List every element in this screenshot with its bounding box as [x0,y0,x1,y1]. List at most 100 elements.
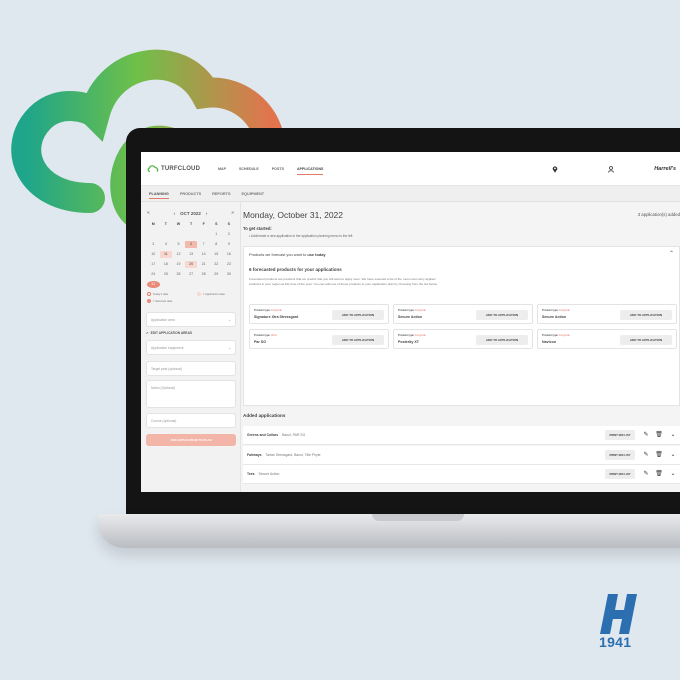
calendar-day[interactable]: 27 [185,271,198,278]
add-to-application-button[interactable]: ADD TO APPLICATION [332,335,384,345]
edit-pencil-icon[interactable]: ✎ [642,431,650,439]
chevron-down-icon[interactable]: ⌄ [669,470,677,478]
print-mix-list-button[interactable]: PRINT MIX LIST [605,449,635,460]
calendar-day[interactable]: 18 [160,261,173,268]
add-to-application-button[interactable]: ADD TO APPLICATION [620,335,672,345]
application-row[interactable]: Tees Secure Action PRINT MIX LIST ✎ 🗑 ⌄ [243,465,680,484]
product-type: Product type Other [254,334,277,337]
delete-trash-icon[interactable]: 🗑 [655,470,663,478]
calendar-day[interactable]: 14 [197,251,210,258]
calendar-day[interactable]: 12 [172,251,185,258]
application-row[interactable]: Fairways Tartan Stressgard, Banol, Title … [243,445,680,465]
forecast-description: Forecasted products are products that we… [249,277,438,286]
tab-equipment[interactable]: EQUIPMENT [242,192,265,196]
calendar-day[interactable]: 29 [210,271,223,278]
calendar-day[interactable]: 13 [185,251,198,258]
calendar-day[interactable]: 20 [184,261,198,268]
calendar-day[interactable]: 7 [197,241,210,248]
calendar-day[interactable]: 30 [223,271,236,278]
course-input[interactable]: Course (optional) [146,413,236,428]
edit-pencil-icon[interactable]: ✎ [642,470,650,478]
add-to-application-button[interactable]: ADD TO APPLICATION [332,310,384,320]
product-name: Secure Action [398,315,423,319]
calendar-day[interactable]: 28 [197,271,210,278]
calendar-day[interactable]: 21 [197,261,210,268]
calendar-empty [185,231,198,238]
application-area-name: Greens and Collars [247,433,279,437]
chevron-down-icon[interactable]: ⌄ [669,431,677,439]
delete-trash-icon[interactable]: 🗑 [655,451,663,459]
calendar-day[interactable]: 1 [210,231,223,238]
calendar-day[interactable]: 22 [210,261,223,268]
brand[interactable]: TURFCLOUD [147,165,205,172]
target-pest-input[interactable]: Target pest (optional) [146,361,236,376]
notes-input[interactable]: Notes (Optional) [146,380,236,408]
calendar-day[interactable]: 11 [159,251,173,258]
edit-application-areas[interactable]: ✔ EDIT APPLICATION AREAS [146,331,240,335]
calendar-day[interactable]: 2 [223,231,236,238]
tab-planning[interactable]: PLANNING [149,192,169,199]
application-row[interactable]: Greens and Collars Banol, PAR SG PRINT MIX… [243,426,680,445]
calendar-day[interactable]: 19 [172,261,185,268]
calendar-day[interactable]: 5 [172,241,185,248]
nav-schedule[interactable]: SCHEDULE [239,167,259,171]
forecast-product-card: Product type Fungicide Navicon ADD TO APPL… [537,329,677,349]
double-chevron-left-icon[interactable]: « [147,210,150,216]
chevron-left-icon[interactable]: ‹ [174,211,176,216]
edit-pencil-icon[interactable]: ✎ [642,451,650,459]
delete-trash-icon[interactable]: 🗑 [655,431,663,439]
add-to-application-button[interactable]: ADD TO APPLICATION [620,310,672,320]
nav-applications[interactable]: APPLICATIONS [296,167,323,175]
calendar-header: « ‹ OCT 2022 › » [141,202,240,216]
calendar-day[interactable]: 24 [147,271,160,278]
tab-reports[interactable]: REPORTS [212,192,230,196]
product-type-value: Fungicide [270,309,282,312]
add-application-to-plan-button[interactable]: ADD APPLICATION TO PLAN [146,434,236,446]
calendar-day[interactable]: 4 [160,241,173,248]
calendar-empty [197,231,210,238]
sub-navigation: PLANNING PRODUCTS REPORTS EQUIPMENT [141,186,680,202]
forecast-heading: 6 forecasted products for your applicati… [249,267,342,272]
calendar-day[interactable]: 17 [147,261,160,268]
product-type-label: Product type [542,309,558,312]
nav-posts[interactable]: POSTS [272,167,284,171]
equipment-select[interactable]: Application equipment ⌄ [146,340,236,355]
forecast-product-card: Product type Fungicide Secure Action ADD T… [537,304,677,324]
calendar-day[interactable]: 23 [223,261,236,268]
tab-products[interactable]: PRODUCTS [180,192,201,196]
calendar-day[interactable]: 10 [147,251,160,258]
application-dot-icon [197,292,201,297]
calendar-empty [147,231,160,238]
calendar-day[interactable]: 3 [147,241,160,248]
calendar-month-switcher: ‹ OCT 2022 › [174,211,208,216]
calendar-day[interactable]: 31 [147,281,160,288]
calendar-day[interactable]: 9 [223,241,236,248]
product-type-value: Other [270,334,278,337]
add-to-application-button[interactable]: ADD TO APPLICATION [476,310,528,320]
product-name: Navicon [542,340,556,344]
chevron-down-icon[interactable]: ⌄ [669,451,677,459]
chevron-right-icon[interactable]: › [206,211,208,216]
calendar-day[interactable]: 15 [210,251,223,258]
edit-areas-label: EDIT APPLICATION AREAS [150,331,192,335]
print-mix-list-button[interactable]: PRINT MIX LIST [605,430,635,440]
nav-map[interactable]: MAP [218,167,226,171]
forecast-product-card: Product type Fungicide Secure Action ADD T… [393,304,533,324]
calendar-day[interactable]: 16 [223,251,236,258]
calendar-empty [160,281,173,288]
add-to-application-button[interactable]: ADD TO APPLICATION [476,335,528,345]
chevron-up-icon[interactable]: ⌃ [669,250,674,257]
calendar-day[interactable]: 26 [172,271,185,278]
calendar-day[interactable]: 8 [210,241,223,248]
legend-today: Today's date [152,292,169,296]
calendar-day[interactable]: 25 [160,271,173,278]
forecast-card-title-bold: use today [307,252,326,257]
product-type: Product type Fungicide [542,334,570,337]
calendar-day[interactable]: 6 [184,241,198,248]
application-area-select[interactable]: Application area ⌄ [146,312,236,327]
print-mix-list-button[interactable]: PRINT MIX LIST [605,469,635,479]
double-chevron-right-icon[interactable]: » [231,210,234,216]
user-icon[interactable] [608,165,615,173]
location-pin-icon[interactable] [552,165,558,173]
product-name: Posterity XT [398,340,419,344]
